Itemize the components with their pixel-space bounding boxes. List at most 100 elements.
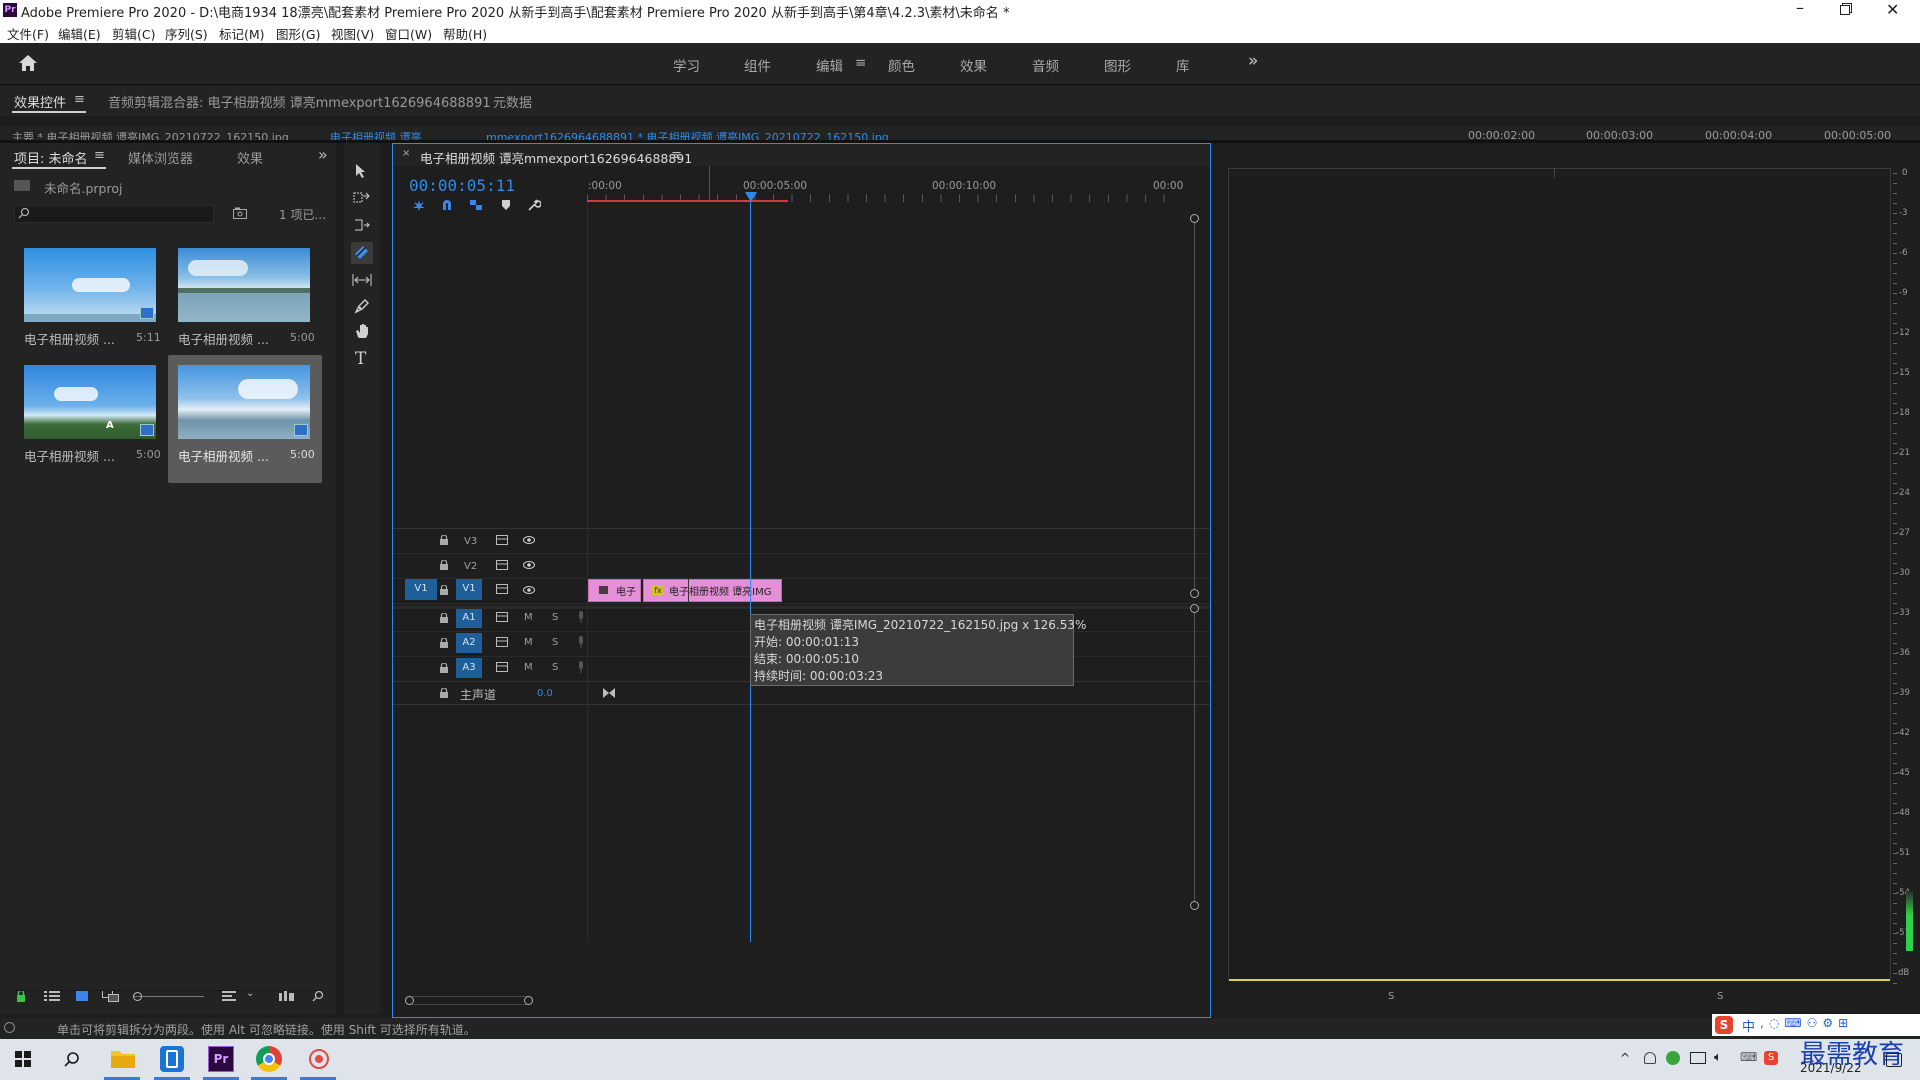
search-field[interactable] bbox=[14, 205, 214, 223]
taskbar-search-icon[interactable] bbox=[64, 1051, 80, 1067]
tab-audio-clip-mixer[interactable]: 音频剪辑混合器: 电子相册视频 谭亮mmexport1626964688891 bbox=[108, 92, 491, 111]
playhead-line[interactable] bbox=[750, 202, 751, 942]
zoom-slider[interactable] bbox=[134, 996, 204, 997]
workspace-tab-graphics[interactable]: 图形 bbox=[1104, 55, 1131, 75]
a3-lock-icon[interactable] bbox=[440, 663, 448, 673]
blue-app-icon[interactable] bbox=[160, 1046, 184, 1072]
type-tool-icon[interactable]: T bbox=[355, 349, 366, 369]
a3-mute-button[interactable]: M bbox=[524, 662, 533, 673]
razor-tool-icon[interactable] bbox=[351, 242, 373, 264]
a3-solo-button[interactable]: S bbox=[552, 662, 558, 673]
minimize-icon[interactable]: – bbox=[1796, 0, 1804, 17]
track-label-a3[interactable]: A3 bbox=[456, 658, 482, 678]
video-scroll-bar[interactable] bbox=[1194, 223, 1195, 589]
find-icon[interactable] bbox=[312, 990, 324, 1002]
tray-notify-icon[interactable] bbox=[1644, 1052, 1656, 1064]
a3-sync-lock-icon[interactable] bbox=[496, 662, 508, 672]
menu-graphics[interactable]: 图形(G) bbox=[276, 24, 320, 43]
tray-chevron-icon[interactable]: ^ bbox=[1620, 1051, 1630, 1065]
timeline-close-icon[interactable]: × bbox=[402, 148, 410, 159]
tab-effect-controls[interactable]: 效果控件 bbox=[14, 92, 66, 111]
meter-solo-left-button[interactable]: S bbox=[1388, 991, 1394, 1002]
video-scroll-top-handle[interactable] bbox=[1190, 214, 1199, 223]
track-label-a2[interactable]: A2 bbox=[456, 633, 482, 653]
v3-sync-lock-icon[interactable] bbox=[496, 535, 508, 545]
workspace-tab-effects[interactable]: 效果 bbox=[960, 55, 987, 75]
workspace-overflow-icon[interactable]: » bbox=[1248, 51, 1258, 71]
master-go-to-edit-icon[interactable] bbox=[603, 688, 615, 698]
tab-project[interactable]: 项目: 未命名 bbox=[14, 148, 88, 167]
workspace-menu-icon[interactable]: ≡ bbox=[855, 55, 866, 71]
workspace-tab-audio[interactable]: 音频 bbox=[1032, 55, 1059, 75]
workspace-tab-color[interactable]: 颜色 bbox=[888, 55, 915, 75]
workspace-tab-libraries[interactable]: 库 bbox=[1176, 55, 1190, 75]
menu-clip[interactable]: 剪辑(C) bbox=[112, 24, 155, 43]
meter-solo-right-button[interactable]: S bbox=[1717, 991, 1723, 1002]
project-item-selected[interactable]: 电子相册视频 ... 5:00 bbox=[168, 355, 322, 483]
tab-metadata[interactable]: 元数据 bbox=[493, 92, 532, 111]
video-scroll-bottom-handle[interactable] bbox=[1190, 589, 1199, 598]
a3-voiceover-icon[interactable] bbox=[577, 661, 585, 673]
h-scroll-left-handle[interactable] bbox=[405, 996, 414, 1005]
a1-sync-lock-icon[interactable] bbox=[496, 612, 508, 622]
zoom-slider-handle[interactable] bbox=[133, 992, 142, 1001]
clip-v1-first[interactable]: 电子 bbox=[588, 579, 641, 602]
v2-sync-lock-icon[interactable] bbox=[496, 560, 508, 570]
menu-edit[interactable]: 编辑(E) bbox=[58, 24, 101, 43]
menu-file[interactable]: 文件(F) bbox=[7, 24, 49, 43]
effect-controls-menu-icon[interactable]: ≡ bbox=[74, 92, 85, 107]
list-view-icon[interactable] bbox=[44, 991, 60, 1001]
project-item[interactable]: 电子相册视频 ... 5:11 bbox=[20, 245, 161, 365]
project-item[interactable]: 电子相册视频 ... 5:00 bbox=[174, 245, 315, 365]
new-search-bin-icon[interactable] bbox=[233, 207, 247, 219]
lock-icon[interactable] bbox=[16, 990, 26, 1002]
menu-view[interactable]: 视图(V) bbox=[331, 24, 374, 43]
automate-to-sequence-icon[interactable] bbox=[279, 991, 295, 1001]
a1-lock-icon[interactable] bbox=[440, 613, 448, 623]
a2-mute-button[interactable]: M bbox=[524, 637, 533, 648]
track-label-a1[interactable]: A1 bbox=[456, 608, 482, 628]
menu-window[interactable]: 窗口(W) bbox=[385, 24, 432, 43]
ime-toolbar[interactable]: S 中 ,◌⌨⚇⚙⊞ bbox=[1712, 1014, 1920, 1036]
windows-start-icon[interactable] bbox=[15, 1051, 31, 1067]
sogou-tray-icon[interactable]: S bbox=[1764, 1051, 1778, 1065]
master-volume-value[interactable]: 0.0 bbox=[537, 688, 553, 699]
ripple-edit-tool-icon[interactable] bbox=[353, 217, 371, 233]
timeline-menu-icon[interactable]: ≡ bbox=[671, 148, 682, 163]
screen-capture-app-icon[interactable] bbox=[306, 1047, 332, 1071]
a2-lock-icon[interactable] bbox=[440, 638, 448, 648]
tab-media-browser[interactable]: 媒体浏览器 bbox=[128, 148, 193, 167]
audio-scroll-top-handle[interactable] bbox=[1190, 604, 1199, 613]
search-input[interactable] bbox=[33, 207, 209, 221]
file-explorer-icon[interactable] bbox=[110, 1047, 136, 1071]
insert-nest-icon[interactable] bbox=[412, 199, 426, 211]
track-label-v3[interactable]: V3 bbox=[464, 536, 477, 547]
source-patch-v1[interactable]: V1 bbox=[405, 578, 437, 600]
a1-solo-button[interactable]: S bbox=[552, 612, 558, 623]
hand-tool-icon[interactable] bbox=[354, 323, 370, 339]
project-menu-icon[interactable]: ≡ bbox=[94, 148, 105, 163]
a2-sync-lock-icon[interactable] bbox=[496, 637, 508, 647]
v3-lock-icon[interactable] bbox=[440, 535, 448, 545]
menu-marker[interactable]: 标记(M) bbox=[219, 24, 265, 43]
volume-icon[interactable]: 🔈︎ bbox=[1714, 1050, 1722, 1065]
v1-lock-icon[interactable] bbox=[440, 585, 448, 595]
workspace-tab-assembly[interactable]: 组件 bbox=[744, 55, 771, 75]
v2-lock-icon[interactable] bbox=[440, 560, 448, 570]
menu-sequence[interactable]: 序列(S) bbox=[165, 24, 208, 43]
tab-effects[interactable]: 效果 bbox=[237, 148, 263, 167]
slip-tool-icon[interactable] bbox=[352, 273, 372, 287]
freeform-view-icon[interactable] bbox=[102, 990, 120, 1002]
menu-help[interactable]: 帮助(H) bbox=[443, 24, 487, 43]
linked-selection-icon[interactable] bbox=[469, 199, 483, 211]
notification-center-icon[interactable] bbox=[1886, 1053, 1902, 1067]
project-item[interactable]: A 电子相册视频 ... 5:00 bbox=[20, 362, 161, 482]
selection-tool-icon[interactable] bbox=[355, 163, 367, 179]
workspace-tab-editing[interactable]: 编辑 bbox=[816, 55, 843, 75]
v1-sync-lock-icon[interactable] bbox=[496, 584, 508, 594]
chrome-icon[interactable] bbox=[256, 1046, 282, 1072]
master-lock-icon[interactable] bbox=[440, 688, 448, 698]
tray-green-app-icon[interactable] bbox=[1666, 1051, 1680, 1065]
a1-voiceover-icon[interactable] bbox=[577, 611, 585, 623]
a1-mute-button[interactable]: M bbox=[524, 612, 533, 623]
